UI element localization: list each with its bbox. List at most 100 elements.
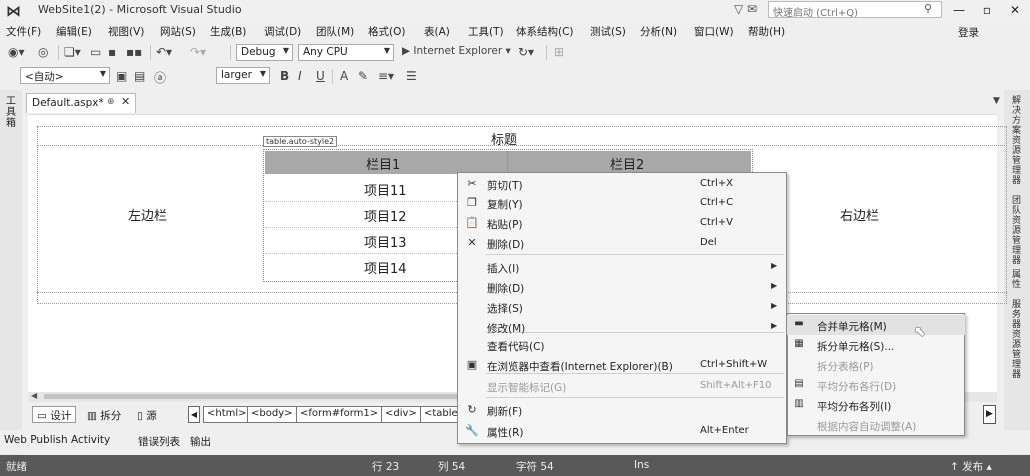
tab-output[interactable]: 输出 (190, 434, 211, 449)
table-cell[interactable]: 项目13 (364, 232, 407, 251)
submenu-item-split-cells[interactable]: ▦ 拆分单元格(S)... (787, 335, 965, 355)
breadcrumb-left-icon[interactable]: ◀ (188, 406, 200, 423)
save-all-icon[interactable]: ▪▪ (126, 45, 142, 59)
table-header-row[interactable] (265, 151, 751, 174)
save-icon[interactable]: ▪ (108, 45, 116, 59)
close-tab-icon[interactable]: ✕ (121, 95, 130, 108)
menu-view[interactable]: 视图(V) (108, 24, 144, 39)
context-menu-item-paste[interactable]: 📋 粘贴(P) Ctrl+V (457, 213, 787, 233)
menu-architecture[interactable]: 体系结构(C) (516, 24, 574, 39)
align-icon[interactable]: ≡▾ (378, 69, 394, 83)
menu-tools[interactable]: 工具(T) (468, 24, 504, 39)
restore-button[interactable]: ▫ (974, 0, 1000, 20)
context-menu-item-show-smart-tag[interactable]: 显示智能标记(G) Shift+Alt+F10 (457, 376, 787, 396)
open-file-icon[interactable]: ▭ (90, 45, 101, 59)
publish-button[interactable]: ↑ 发布 ▴ (950, 459, 992, 474)
tab-web-publish-activity[interactable]: Web Publish Activity (4, 434, 110, 446)
menu-team[interactable]: 团队(M) (316, 24, 354, 39)
font-color-icon[interactable]: A (340, 69, 348, 83)
start-debugging-button[interactable]: ▶ Internet Explorer ▾ (402, 45, 511, 57)
submenu-item-distribute-rows[interactable]: ▤ 平均分布各行(D) (787, 375, 965, 395)
highlight-icon[interactable]: ✎ (358, 69, 368, 83)
context-menu-item-view-in-browser[interactable]: ▣ 在浏览器中查看(Internet Explorer)(B) Ctrl+Shift… (457, 355, 787, 375)
column-header-1[interactable]: 栏目1 (366, 154, 400, 173)
column-header-2[interactable]: 栏目2 (610, 154, 644, 173)
redo-icon[interactable]: ↷▾ (190, 45, 206, 59)
platform-select[interactable]: Any CPU ▼ (298, 44, 394, 61)
submenu-item-merge-cells[interactable]: ▬ 合并单元格(M) (787, 315, 965, 335)
submenu-item-distribute-columns[interactable]: ▥ 平均分布各列(I) (787, 395, 965, 415)
menu-format[interactable]: 格式(O) (368, 24, 405, 39)
menu-window[interactable]: 窗口(W) (694, 24, 734, 39)
context-menu-item-modify[interactable]: 修改(M) ▶ (457, 317, 787, 337)
menu-test[interactable]: 测试(S) (590, 24, 626, 39)
tab-default-aspx[interactable]: Default.aspx* (26, 93, 136, 113)
chevron-down-icon[interactable]: ▼ (993, 96, 1000, 106)
notification-filter-icon[interactable]: ▽ ✉ (734, 2, 757, 16)
close-window-button[interactable]: ✕ (1002, 0, 1028, 20)
table-cell[interactable]: 项目11 (364, 180, 407, 199)
solution-explorer-tab[interactable]: 解决方案资源管理器 (1012, 96, 1024, 186)
context-menu-item-properties[interactable]: 🔧 属性(R) Alt+Enter (457, 421, 787, 441)
toolbox-tab[interactable]: 工具箱 (6, 96, 18, 129)
breadcrumb-html[interactable]: <html> (203, 406, 251, 423)
menu-item-label: 刷新(F) (487, 406, 523, 418)
minimize-button[interactable]: — (946, 0, 972, 20)
breadcrumb-right-icon[interactable]: ▶ (983, 405, 996, 424)
submenu-item-autofit-contents[interactable]: 根据内容自动调整(A) (787, 415, 965, 435)
menu-website[interactable]: 网站(S) (160, 24, 196, 39)
table-cell[interactable]: 项目12 (364, 206, 407, 225)
block-format-select[interactable]: <自动> ▼ (20, 67, 110, 84)
quick-launch-input[interactable]: 快速启动 (Ctrl+Q) (768, 1, 942, 19)
server-explorer-tab[interactable]: 服务器资源管理器 (1012, 300, 1024, 380)
underline-button[interactable]: U (316, 69, 325, 83)
breadcrumb-body[interactable]: <body> (247, 406, 297, 423)
list-icon[interactable]: ☰ (406, 69, 417, 83)
page-heading[interactable]: 标题 (491, 129, 517, 148)
font-icon[interactable]: ⓐ (154, 69, 166, 86)
bold-button[interactable]: B (280, 69, 289, 83)
search-icon[interactable]: ⚲ (924, 2, 932, 15)
context-menu-item-refresh[interactable]: ↻ 刷新(F) (457, 400, 787, 420)
menu-file[interactable]: 文件(F) (6, 24, 41, 39)
forward-icon[interactable]: ◎ (38, 45, 48, 59)
breadcrumb-div[interactable]: <div> (381, 406, 421, 423)
pin-tab-icon[interactable]: ⊕ (107, 97, 115, 107)
menu-analyze[interactable]: 分析(N) (640, 24, 677, 39)
back-icon[interactable]: ◉▾ (8, 45, 25, 59)
font-size-select[interactable]: larger ▼ (216, 67, 270, 84)
solution-configuration-select[interactable]: Debug ▼ (236, 44, 293, 61)
breadcrumb-form[interactable]: <form#form1> (296, 406, 383, 423)
new-project-icon[interactable]: ❏▾ (64, 45, 81, 59)
find-icon[interactable]: ⊞ (554, 45, 564, 59)
context-menu-item-cut[interactable]: ✂ 剪切(T) Ctrl+X (457, 174, 787, 194)
left-sidebar-cell[interactable]: 左边栏 (128, 205, 167, 224)
italic-button[interactable]: I (298, 69, 302, 83)
scroll-left-icon[interactable]: ◀ (31, 391, 37, 400)
context-menu-item-delete[interactable]: ✕ 删除(D) Del (457, 233, 787, 253)
team-explorer-tab[interactable]: 团队资源管理器 (1012, 196, 1024, 266)
context-menu-item-copy[interactable]: ❐ 复制(Y) Ctrl+C (457, 193, 787, 213)
submenu-item-split-table[interactable]: 拆分表格(P) (787, 355, 965, 375)
source-view-button[interactable]: ▯ 源 (132, 406, 162, 423)
menu-edit[interactable]: 编辑(E) (56, 24, 92, 39)
undo-icon[interactable]: ↶▾ (156, 45, 172, 59)
right-sidebar-cell[interactable]: 右边栏 (840, 205, 879, 224)
table-cell[interactable]: 项目14 (364, 258, 407, 277)
context-menu-item-remove[interactable]: 删除(D) ▶ (457, 277, 787, 297)
menu-help[interactable]: 帮助(H) (748, 24, 785, 39)
properties-tab[interactable]: 属性 (1012, 270, 1024, 290)
menu-debug[interactable]: 调试(D) (264, 24, 301, 39)
design-view-button[interactable]: ▭ 设计 (32, 406, 77, 423)
context-menu-item-select[interactable]: 选择(S) ▶ (457, 297, 787, 317)
menu-build[interactable]: 生成(B) (210, 24, 246, 39)
refresh-icon[interactable]: ↻▾ (518, 45, 534, 59)
sign-in-link[interactable]: 登录 (958, 25, 979, 40)
new-style-icon[interactable]: ▣ (116, 69, 127, 83)
menu-table[interactable]: 表(A) (424, 24, 450, 39)
tab-error-list[interactable]: 错误列表 (138, 434, 180, 449)
split-view-button[interactable]: ▥ 拆分 (82, 406, 126, 423)
context-menu-item-view-code[interactable]: 查看代码(C) (457, 335, 787, 355)
context-menu-item-insert[interactable]: 插入(I) ▶ (457, 257, 787, 277)
apply-style-icon[interactable]: ▤ (134, 69, 145, 83)
